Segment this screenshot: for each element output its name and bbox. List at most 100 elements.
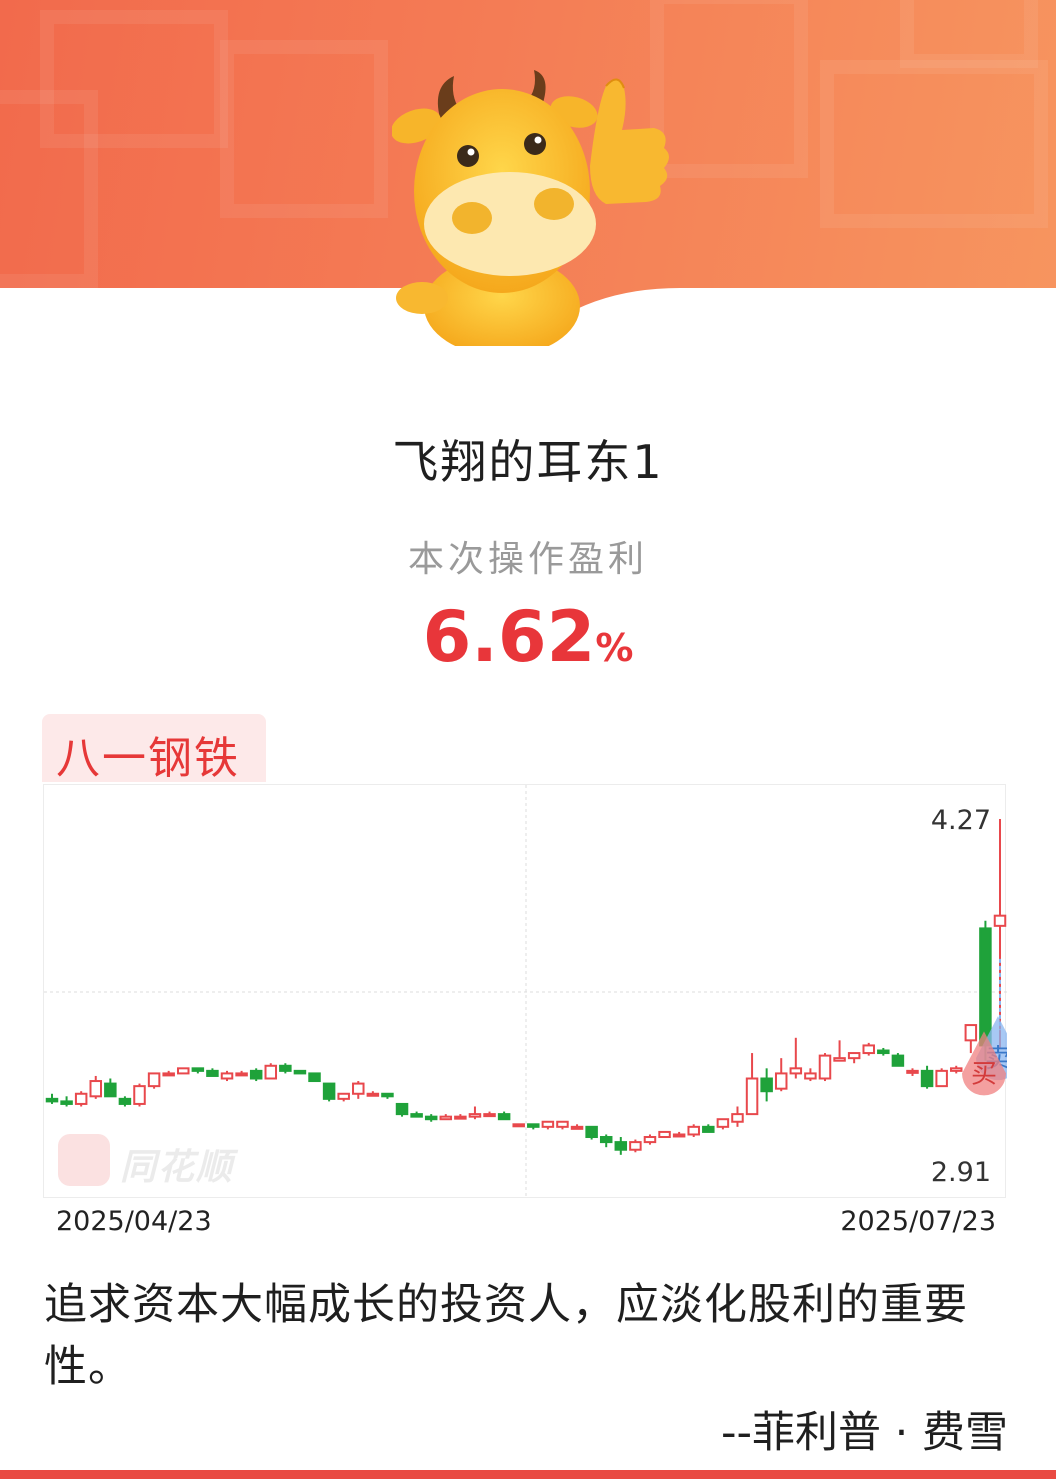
- watermark: 同花顺: [58, 1134, 258, 1188]
- candle-body: [162, 1072, 175, 1077]
- candle: [527, 1123, 540, 1130]
- candle: [104, 1078, 117, 1098]
- candle: [439, 1114, 453, 1121]
- candle-body: [979, 927, 992, 1047]
- candle-body: [395, 1102, 409, 1116]
- candle: [789, 1037, 803, 1079]
- candle: [249, 1068, 263, 1082]
- candle: [308, 1072, 321, 1083]
- x-start-label: 2025/04/23: [56, 1206, 212, 1237]
- profit-number: 6.62: [422, 596, 596, 678]
- candle-body: [658, 1130, 671, 1139]
- candle-body: [760, 1077, 773, 1093]
- candle-body: [964, 1024, 978, 1042]
- candle: [877, 1047, 890, 1056]
- candle-body: [206, 1069, 219, 1077]
- candle-body: [74, 1092, 88, 1105]
- watermark-logo-icon: [58, 1134, 110, 1186]
- candle-body: [804, 1072, 817, 1080]
- candle: [920, 1065, 934, 1089]
- candle-body: [337, 1092, 350, 1100]
- candle-body: [629, 1141, 642, 1151]
- candle: [454, 1114, 467, 1120]
- watermark-text: 同花顺: [120, 1147, 235, 1188]
- candle: [993, 819, 1007, 1048]
- candle: [133, 1083, 146, 1107]
- candle-body: [439, 1115, 453, 1121]
- candle: [599, 1134, 613, 1148]
- candle: [162, 1070, 175, 1077]
- stock-tag[interactable]: 八一钢铁: [42, 714, 266, 784]
- candle-body: [497, 1113, 511, 1121]
- y-max-label: 4.27: [930, 805, 991, 836]
- candle: [395, 1102, 409, 1117]
- quote-text: 追求资本大幅成长的投资人，应淡化股利的重要性。: [44, 1280, 968, 1392]
- candle: [191, 1067, 205, 1074]
- candle: [804, 1068, 817, 1082]
- candle: [702, 1124, 715, 1133]
- candle: [293, 1069, 307, 1075]
- candle-body: [104, 1082, 117, 1098]
- candle: [279, 1063, 292, 1074]
- candle: [541, 1120, 555, 1130]
- candle-body: [410, 1113, 423, 1118]
- candle-body: [818, 1054, 832, 1080]
- candle: [322, 1082, 336, 1102]
- candle: [643, 1134, 657, 1145]
- banner-decoration: [0, 90, 98, 288]
- profit-label: 本次操作盈利: [407, 539, 648, 580]
- candle: [745, 1053, 759, 1116]
- candle-body: [541, 1120, 555, 1128]
- candle-body: [424, 1115, 438, 1121]
- candle-body: [366, 1092, 380, 1097]
- candle: [264, 1063, 278, 1080]
- candle-body: [745, 1077, 759, 1116]
- candle: [60, 1096, 73, 1107]
- candle-body: [454, 1115, 467, 1120]
- candle: [352, 1081, 365, 1099]
- candle: [818, 1053, 832, 1082]
- candle: [570, 1124, 584, 1130]
- candle: [906, 1068, 919, 1076]
- candle-body: [672, 1133, 686, 1138]
- candle: [177, 1067, 190, 1075]
- candle-body: [235, 1072, 248, 1077]
- candle: [585, 1125, 598, 1140]
- candle: [760, 1068, 773, 1102]
- candle-body: [220, 1072, 234, 1080]
- banner-decoration: [900, 0, 1038, 68]
- candle: [891, 1053, 905, 1067]
- candle-body: [833, 1057, 846, 1062]
- profit-unit: %: [595, 626, 634, 670]
- candle-body: [862, 1044, 875, 1055]
- candle-body: [191, 1067, 205, 1072]
- candle: [206, 1068, 219, 1077]
- candle: [949, 1065, 963, 1074]
- bottom-bar: [0, 1470, 1056, 1479]
- candle-body: [293, 1069, 307, 1075]
- candle-body: [731, 1113, 744, 1123]
- user-name: 飞翔的耳东1: [392, 435, 664, 489]
- candle-body: [45, 1097, 59, 1103]
- candle: [556, 1120, 569, 1130]
- candle: [935, 1068, 948, 1088]
- candle: [497, 1111, 511, 1121]
- x-end-label: 2025/07/23: [840, 1206, 996, 1237]
- candle: [220, 1070, 234, 1082]
- candle: [235, 1070, 248, 1077]
- candle: [512, 1123, 525, 1128]
- candle: [74, 1091, 88, 1107]
- candle-body: [322, 1082, 336, 1100]
- candle: [731, 1106, 744, 1127]
- candle-body: [585, 1125, 598, 1139]
- candle: [847, 1052, 861, 1064]
- candle-body: [512, 1123, 525, 1128]
- candle-body: [789, 1067, 803, 1075]
- candle-body: [468, 1113, 482, 1118]
- candle-body: [716, 1118, 730, 1128]
- candle-body: [920, 1069, 934, 1088]
- profit-value: 6.62%: [0, 596, 1056, 678]
- candle: [381, 1092, 394, 1099]
- candle: [629, 1139, 642, 1153]
- candle: [366, 1091, 380, 1097]
